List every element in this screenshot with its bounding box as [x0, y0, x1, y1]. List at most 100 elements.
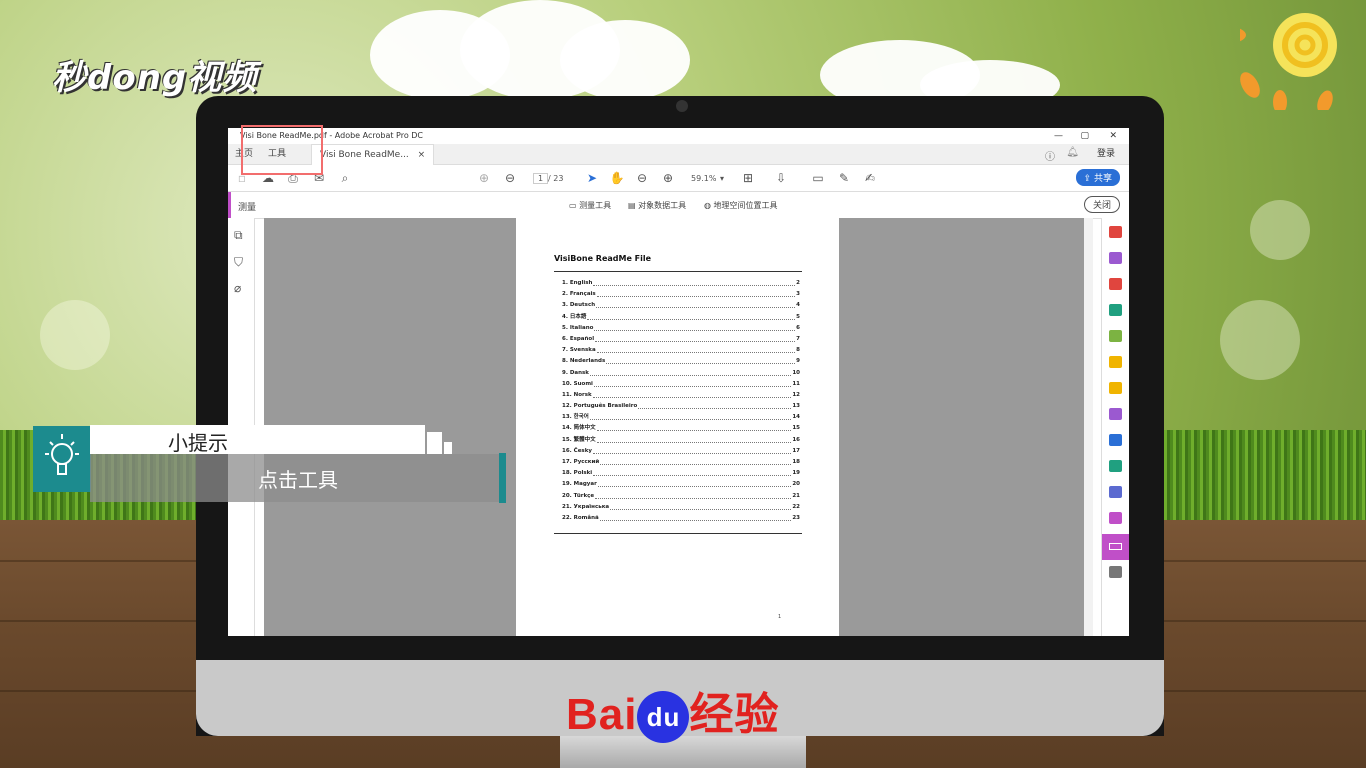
fill-sign-icon[interactable] [1109, 408, 1122, 420]
toc-leader [595, 491, 792, 499]
help-icon[interactable]: ⓘ [1045, 148, 1055, 163]
fit-page-icon[interactable]: ⊞ [740, 170, 756, 186]
toc-leader [596, 289, 796, 298]
search-icon[interactable]: ⌕ [337, 170, 353, 186]
toc-row[interactable]: 14. 简体中文 15 [562, 423, 800, 434]
protect-icon[interactable] [1109, 486, 1122, 498]
toc-language: 4. 日本語 [562, 313, 587, 320]
edit-pdf-icon[interactable] [1109, 330, 1122, 342]
comment-icon[interactable]: ▭ [810, 170, 826, 186]
page-number-input[interactable]: 1 [533, 173, 549, 184]
chevron-down-icon[interactable]: ▾ [720, 174, 724, 183]
toc-row[interactable]: 17. Русский 18 [562, 457, 800, 468]
toc-row[interactable]: 19. Magyar 20 [562, 479, 800, 490]
login-link[interactable]: 登录 [1097, 144, 1115, 164]
bokeh-light [40, 300, 110, 370]
toc-row[interactable]: 20. Türkçe 21 [562, 491, 800, 502]
toc-language: 2. Français [562, 291, 596, 298]
toc-row[interactable]: 22. Română 23 [562, 513, 800, 524]
toc-leader [595, 334, 796, 342]
toc-leader [594, 323, 796, 331]
select-arrow-icon[interactable]: ➤ [584, 170, 600, 186]
toc-row[interactable]: 10. Suomi 11 [562, 379, 800, 390]
toc-page: 14 [792, 414, 800, 421]
toc-page: 18 [792, 459, 800, 465]
toc-language: 3. Deutsch [562, 302, 596, 309]
toc-language: 13. 한국어 [562, 414, 589, 421]
tip-decoration [427, 432, 442, 454]
toc-row[interactable]: 3. Deutsch 4 [562, 300, 800, 311]
combine-files-icon[interactable] [1109, 252, 1122, 264]
redact-icon[interactable] [1109, 512, 1122, 524]
toc-row[interactable]: 6. Español 7 [562, 334, 800, 345]
enhance-scans-icon[interactable] [1109, 356, 1122, 368]
toc-row[interactable]: 4. 日本語 5 [562, 312, 800, 323]
tab-close-icon[interactable]: × [418, 150, 426, 160]
minimize-button[interactable]: — [1054, 128, 1063, 144]
measure-tool-button[interactable]: ▭ 测量工具 [569, 200, 611, 211]
toc-row[interactable]: 7. Svenska 8 [562, 345, 800, 356]
toc-leader [592, 446, 792, 454]
compare-icon[interactable] [1109, 434, 1122, 446]
close-measure-button[interactable]: 关闭 [1083, 196, 1120, 213]
toc-page: 12 [792, 391, 800, 398]
toc-row[interactable]: 15. 繁體中文 16 [562, 435, 800, 446]
toc-row[interactable]: 13. 한국어 14 [562, 412, 800, 423]
toc-page: 13 [792, 403, 800, 410]
page-thumbnails-icon[interactable]: ⧉ [234, 228, 243, 243]
measure-tool-active[interactable] [1102, 534, 1129, 560]
bell-icon[interactable]: 🔔︎ [1066, 147, 1079, 158]
create-pdf-icon[interactable] [1109, 226, 1122, 238]
toc-page: 6 [796, 324, 800, 331]
toc-page: 8 [796, 347, 800, 354]
sign-icon[interactable]: ✍ [862, 170, 878, 186]
hand-icon[interactable]: ✋ [609, 170, 625, 186]
title-bar: Visi Bone ReadMe.pdf - Adobe Acrobat Pro… [228, 128, 1129, 144]
toc-leader [638, 401, 792, 410]
toc-row[interactable]: 8. Nederlands 9 [562, 356, 800, 367]
toc-row[interactable]: 21. Українська 22 [562, 502, 800, 513]
toc-page: 5 [796, 313, 800, 320]
prev-page-icon[interactable]: ⊕ [476, 170, 492, 186]
bookmark-icon[interactable]: ⛉ [234, 255, 243, 270]
globe-icon: ◍ [704, 201, 714, 210]
main-toolbar: ▫ ☁ ⎙ ✉ ⌕ ⊕ ⊖ 1 / 23 ➤ ✋ ⊖ ⊕ 59.1% ▾ ⊞ ⇩… [228, 165, 1129, 192]
more-tools-icon[interactable] [1109, 566, 1122, 578]
zoom-select[interactable]: 59.1% [691, 174, 716, 183]
toc-row[interactable]: 2. Français 3 [562, 289, 800, 300]
toc-row[interactable]: 11. Norsk 12 [562, 390, 800, 401]
highlight-pen-icon[interactable]: ✎ [836, 170, 852, 186]
tip-text: 点击工具 [258, 468, 338, 492]
baidu-logo: Bai du 经验 [566, 678, 779, 744]
attachment-icon[interactable]: ⌀ [234, 281, 241, 295]
toc-row[interactable]: 5. Italiano 6 [562, 323, 800, 334]
next-page-icon[interactable]: ⊖ [502, 170, 518, 186]
toc-row[interactable]: 9. Dansk 10 [562, 368, 800, 379]
print-production-icon[interactable] [1109, 460, 1122, 472]
tab-document[interactable]: Visi Bone ReadMe... × [311, 144, 435, 165]
comment-tool-icon[interactable] [1109, 382, 1122, 394]
toc-language: 7. Svenska [562, 347, 596, 354]
organize-pages-icon[interactable] [1109, 278, 1122, 290]
toc-page: 16 [792, 436, 800, 443]
measure-accent [228, 192, 231, 218]
toc-row[interactable]: 18. Polski 19 [562, 468, 800, 479]
zoom-in-icon[interactable]: ⊕ [660, 170, 676, 186]
toc-row[interactable]: 12. Português Brasileiro 13 [562, 401, 800, 412]
share-button[interactable]: ⇪ 共享 [1075, 169, 1120, 186]
toc-row[interactable]: 1. English 2 [562, 278, 800, 289]
baidu-text: Bai [566, 690, 638, 739]
close-window-button[interactable]: ✕ [1109, 128, 1117, 144]
scroll-mode-icon[interactable]: ⇩ [773, 170, 789, 186]
lightbulb-icon [33, 426, 91, 492]
geo-tool-button[interactable]: ◍ 地理空间位置工具 [704, 200, 778, 211]
export-pdf-icon[interactable] [1109, 304, 1122, 316]
measure-toolbar: 测量 ▭ 测量工具 ▤ 对象数据工具 ◍ 地理空间位置工具 关闭 [228, 192, 1129, 219]
zoom-out-icon[interactable]: ⊖ [634, 170, 650, 186]
toc-row[interactable]: 16. Česky 17 [562, 446, 800, 457]
toc-leader [599, 513, 792, 521]
maximize-button[interactable]: ▢ [1080, 128, 1089, 144]
vertical-scrollbar[interactable] [1084, 218, 1093, 636]
toc-leader [610, 502, 792, 510]
object-data-tool-button[interactable]: ▤ 对象数据工具 [628, 200, 686, 211]
